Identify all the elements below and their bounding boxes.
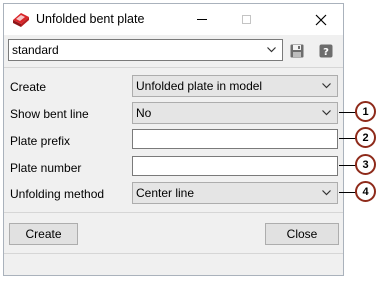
unfolding-method-value: Center line	[136, 186, 195, 200]
dialog-window: Unfolded bent plate standard ? Create Un…	[3, 3, 344, 276]
close-button[interactable]: Close	[265, 223, 339, 245]
show-bent-line-dropdown[interactable]: No	[132, 102, 338, 124]
maximize-icon	[241, 15, 251, 24]
title-bar: Unfolded bent plate	[4, 4, 343, 35]
separator	[4, 67, 343, 68]
svg-text:?: ?	[323, 47, 329, 58]
chevron-down-icon	[264, 41, 278, 59]
callout-leader	[339, 138, 356, 139]
show-bent-line-label: Show bent line	[10, 107, 89, 121]
window-title: Unfolded bent plate	[36, 12, 145, 26]
help-button[interactable]: ?	[319, 44, 333, 58]
plate-prefix-input[interactable]	[132, 129, 338, 149]
create-button[interactable]: Create	[9, 223, 78, 245]
close-window-button[interactable]	[301, 4, 341, 35]
plate-number-input[interactable]	[132, 156, 338, 176]
unfolding-method-dropdown[interactable]: Center line	[132, 182, 338, 204]
app-icon	[12, 11, 30, 28]
create-value: Unfolded plate in model	[136, 79, 263, 93]
callout-leader	[339, 165, 356, 166]
unfolding-method-label: Unfolding method	[10, 187, 105, 201]
maximize-button[interactable]	[226, 4, 266, 35]
callout-leader	[339, 192, 356, 193]
preset-value: standard	[12, 43, 59, 57]
callout-leader	[339, 112, 356, 113]
create-label: Create	[10, 80, 47, 94]
chevron-down-icon	[319, 184, 333, 202]
plate-prefix-label: Plate prefix	[10, 134, 71, 148]
save-button[interactable]	[290, 44, 304, 58]
callout-1: 1	[355, 101, 376, 122]
separator	[4, 253, 343, 254]
close-icon	[315, 14, 327, 25]
help-icon: ?	[319, 44, 333, 58]
callout-2: 2	[355, 127, 376, 148]
show-bent-line-value: No	[136, 106, 152, 120]
chevron-down-icon	[319, 104, 333, 122]
minimize-button[interactable]	[182, 4, 222, 35]
minimize-icon	[197, 19, 207, 20]
callout-4: 4	[355, 181, 376, 202]
callout-3: 3	[355, 154, 376, 175]
chevron-down-icon	[319, 77, 333, 95]
floppy-disk-icon	[290, 44, 304, 58]
preset-combo[interactable]: standard	[8, 39, 283, 61]
plate-number-label: Plate number	[10, 161, 82, 175]
create-dropdown[interactable]: Unfolded plate in model	[132, 75, 338, 97]
separator	[4, 212, 343, 213]
